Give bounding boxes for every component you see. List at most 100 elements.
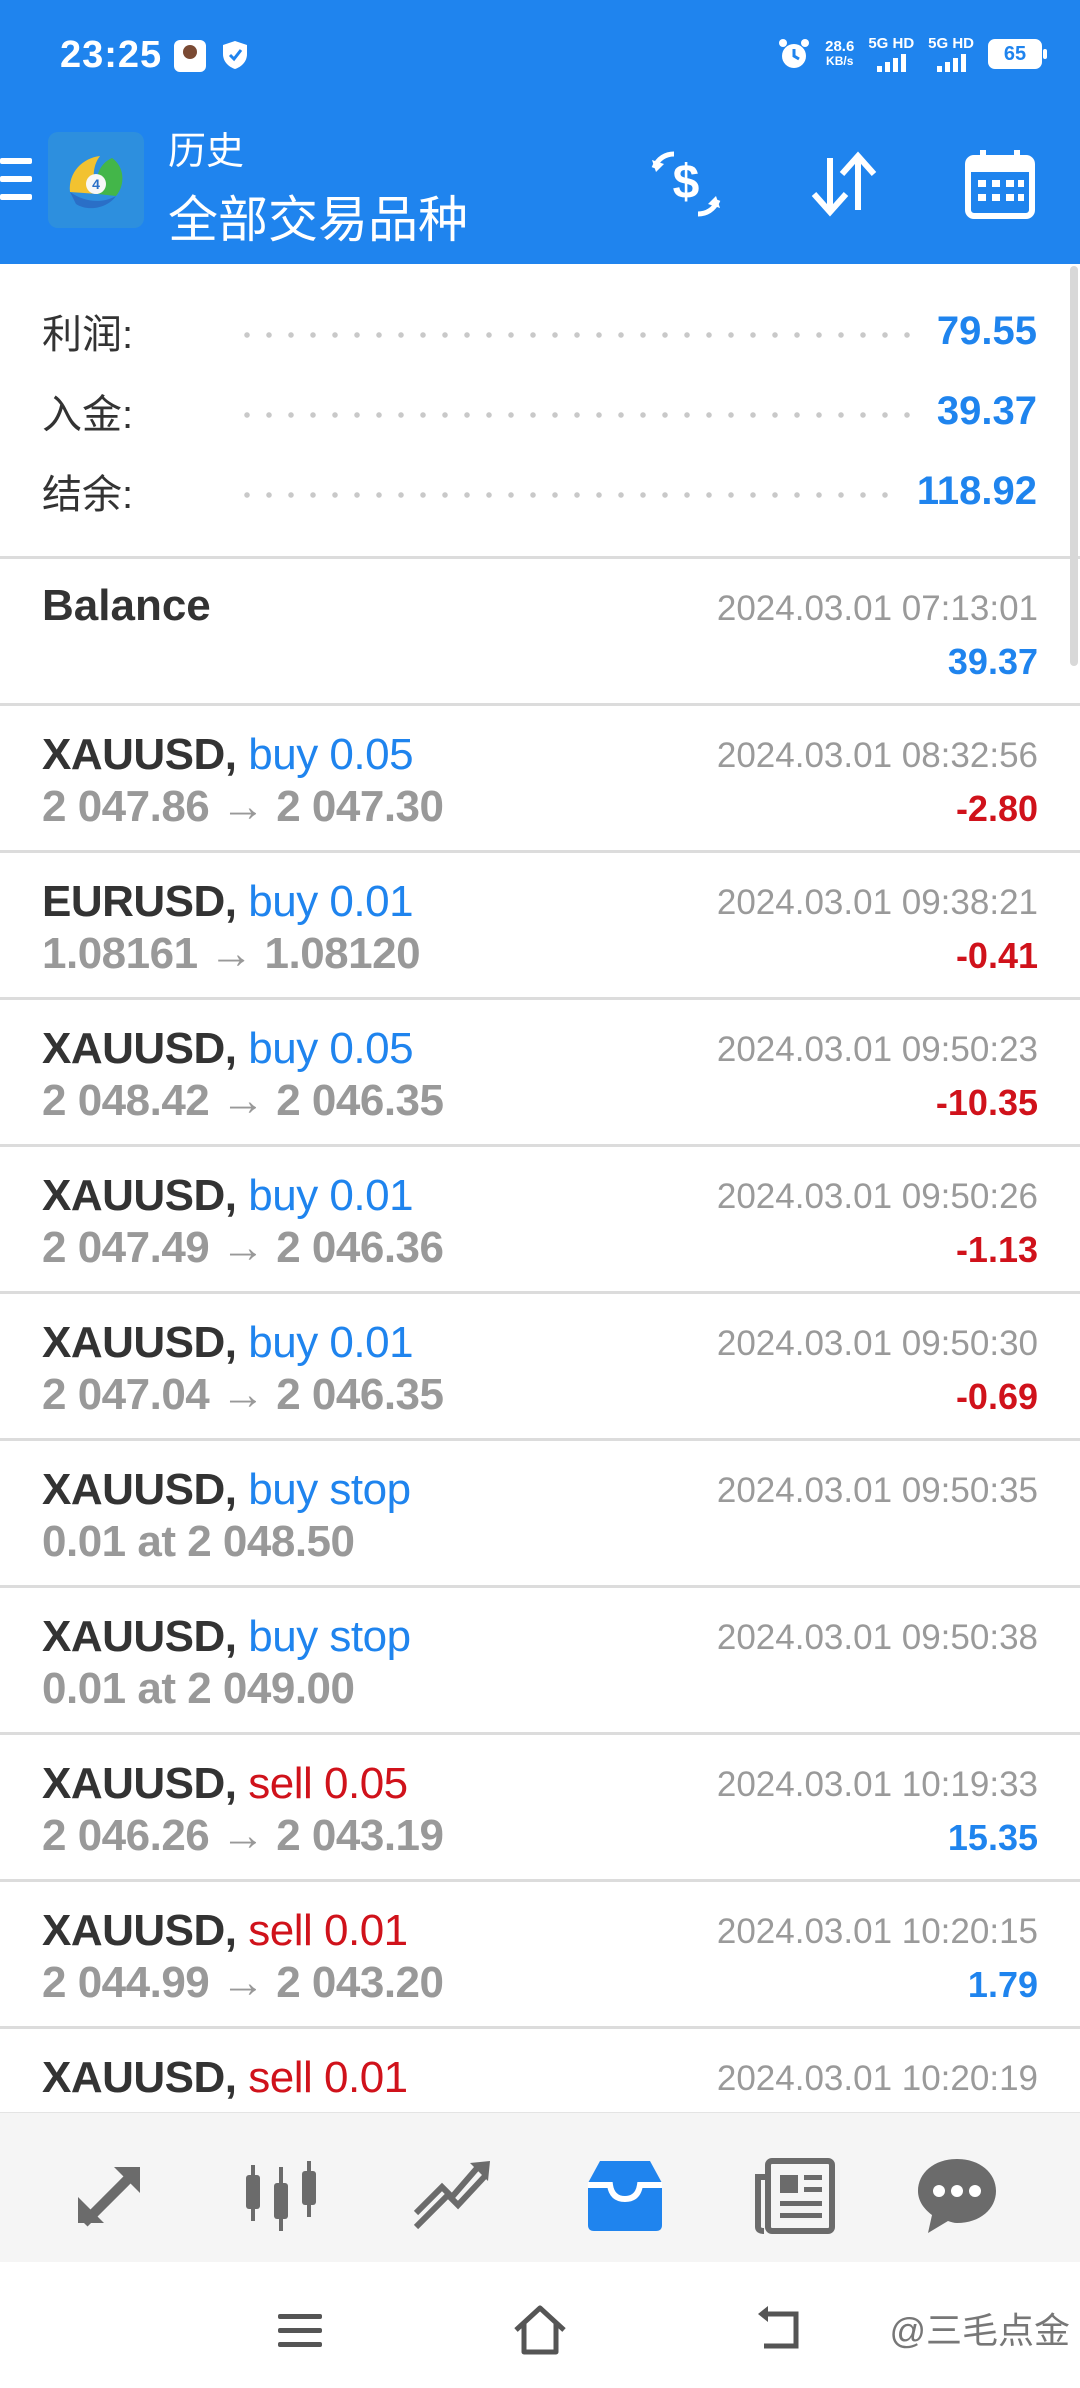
deal-time: 2024.03.01 09:50:38 xyxy=(716,1618,1038,1657)
deal-profit: -10.35 xyxy=(935,1082,1038,1123)
deal-action: buy 0.01 xyxy=(248,877,414,926)
deal-profit: 15.35 xyxy=(947,1817,1038,1858)
deal-symbol-name: XAUUSD, xyxy=(42,1759,237,1808)
deal-time: 2024.03.01 09:50:23 xyxy=(716,1030,1038,1069)
alarm-icon xyxy=(779,39,810,68)
svg-text:4: 4 xyxy=(92,176,100,192)
deal-row[interactable]: XAUUSD, sell 0.05 2 046.26 → 2 043.19 2024… xyxy=(0,1735,1080,1882)
deal-profit: 1.79 xyxy=(967,1964,1038,2005)
deal-profit: -0.41 xyxy=(955,935,1038,976)
watermark: @三毛点金 xyxy=(889,2310,1070,2351)
deal-profit: -0.69 xyxy=(955,1376,1038,1417)
deal-prices: 1.08161 → 1.08120 xyxy=(42,929,421,978)
signal-bars-icon xyxy=(876,54,906,72)
deal-symbol: XAUUSD, buy 0.01 xyxy=(42,1171,414,1221)
deal-row[interactable]: EURUSD, buy 0.01 1.08161 → 1.08120 2024.03… xyxy=(0,853,1080,1000)
home-icon[interactable] xyxy=(510,2300,570,2360)
deal-action: buy 0.05 xyxy=(248,1024,414,1073)
balance-entry-time: 2024.03.01 07:13:01 xyxy=(716,589,1038,628)
deal-prices: 2 044.99 → 2 043.20 xyxy=(42,1958,444,2007)
chart-nav-icon[interactable] xyxy=(236,2153,326,2237)
history-summary: 利润: 79.55 入金: 39.37 结余: 118.92 xyxy=(0,264,1080,559)
balance-label: 结余: xyxy=(42,473,134,517)
app-header: 4 历史 全部交易品种 $ xyxy=(0,118,1080,264)
deal-action: buy 0.05 xyxy=(248,730,414,779)
deal-time: 2024.03.01 10:20:15 xyxy=(716,1912,1038,1951)
deposit-value: 39.37 xyxy=(936,388,1037,433)
deal-time: 2024.03.01 09:50:30 xyxy=(716,1324,1038,1363)
sort-icon[interactable] xyxy=(806,146,882,222)
dotted-leader xyxy=(236,412,923,418)
news-nav-icon[interactable] xyxy=(752,2153,842,2237)
system-nav-bar: @三毛点金 xyxy=(0,2262,1080,2388)
deal-row[interactable]: XAUUSD, buy stop 0.01 at 2 049.00 2024.03.… xyxy=(0,1588,1080,1735)
deal-symbol: XAUUSD, sell 0.01 xyxy=(42,2053,408,2103)
deal-symbol: XAUUSD, sell 0.01 xyxy=(42,1906,408,1956)
sim2-label: 5G HD xyxy=(928,35,974,52)
deposit-filter-icon[interactable]: $ xyxy=(648,146,724,222)
status-bar: 23:25 28.6 KB/s 5G HD 5G HD 65 xyxy=(0,0,1080,118)
deal-symbol-name: XAUUSD, xyxy=(42,1024,237,1073)
history-nav-icon[interactable] xyxy=(580,2153,670,2237)
app-logo: 4 xyxy=(48,132,144,228)
deal-symbol-name: XAUUSD, xyxy=(42,1171,237,1220)
deal-row[interactable]: XAUUSD, buy 0.05 2 047.86 → 2 047.30 2024.… xyxy=(0,706,1080,853)
deal-action: sell 0.01 xyxy=(248,2053,408,2102)
status-time: 23:25 xyxy=(60,34,163,76)
symbol-filter[interactable]: 全部交易品种 xyxy=(168,180,468,252)
sim2-signal: 5G HD xyxy=(928,36,974,72)
deal-row[interactable]: XAUUSD, buy stop 0.01 at 2 048.50 2024.03.… xyxy=(0,1441,1080,1588)
network-speed-value: 28.6 xyxy=(825,38,855,55)
deal-action: buy stop xyxy=(248,1465,411,1514)
deal-action: buy 0.01 xyxy=(248,1171,414,1220)
deal-time: 2024.03.01 09:38:21 xyxy=(716,883,1038,922)
deal-symbol-name: XAUUSD, xyxy=(42,1906,237,1955)
deal-row[interactable]: XAUUSD, sell 0.01 2 044.99 → 2 043.20 2024… xyxy=(0,1882,1080,2029)
deal-symbol: XAUUSD, buy 0.05 xyxy=(42,1024,414,1074)
deal-symbol-name: XAUUSD, xyxy=(42,2053,237,2102)
chat-nav-icon[interactable] xyxy=(912,2153,1002,2237)
deal-symbol-name: XAUUSD, xyxy=(42,1612,237,1661)
deal-action: sell 0.05 xyxy=(248,1759,408,1808)
deal-row[interactable]: XAUUSD, buy 0.01 2 047.49 → 2 046.36 2024.… xyxy=(0,1147,1080,1294)
profit-value: 79.55 xyxy=(936,308,1037,353)
deal-action: buy stop xyxy=(248,1612,411,1661)
profit-label: 利润: xyxy=(42,313,134,357)
profit-row: 利润: 79.55 xyxy=(42,296,1037,366)
balance-value: 118.92 xyxy=(916,468,1037,513)
deal-prices: 2 048.42 → 2 046.35 xyxy=(42,1076,444,1125)
deal-row[interactable]: XAUUSD, buy 0.01 2 047.04 → 2 046.35 2024.… xyxy=(0,1294,1080,1441)
shield-icon xyxy=(223,41,247,69)
balance-entry[interactable]: Balance 2024.03.01 07:13:01 39.37 xyxy=(0,559,1080,706)
deal-action: buy 0.01 xyxy=(248,1318,414,1367)
deal-symbol: XAUUSD, sell 0.05 xyxy=(42,1759,408,1809)
deal-time: 2024.03.01 08:32:56 xyxy=(716,736,1038,775)
deal-time: 2024.03.01 10:20:19 xyxy=(716,2059,1038,2098)
deal-time: 2024.03.01 09:50:26 xyxy=(716,1177,1038,1216)
deal-time: 2024.03.01 09:50:35 xyxy=(716,1471,1038,1510)
deal-profit: -1.13 xyxy=(955,1229,1038,1270)
bottom-nav xyxy=(0,2112,1080,2263)
back-icon[interactable] xyxy=(750,2300,810,2360)
deposit-label: 入金: xyxy=(42,393,134,437)
deal-symbol-name: XAUUSD, xyxy=(42,730,237,779)
battery-indicator: 65 xyxy=(988,39,1047,69)
calendar-icon[interactable] xyxy=(962,146,1038,222)
deal-symbol-name: XAUUSD, xyxy=(42,1465,237,1514)
deal-prices: 0.01 at 2 049.00 xyxy=(42,1664,355,1713)
network-speed: 28.6 KB/s xyxy=(825,39,854,69)
status-indicators: 28.6 KB/s 5G HD 5G HD 65 xyxy=(777,35,1047,72)
deal-prices: 2 047.49 → 2 046.36 xyxy=(42,1223,444,1272)
trade-nav-icon[interactable] xyxy=(406,2153,496,2237)
deal-row[interactable]: XAUUSD, buy 0.05 2 048.42 → 2 046.35 2024.… xyxy=(0,1000,1080,1147)
recent-apps-icon[interactable] xyxy=(270,2300,330,2360)
deal-prices: 2 046.26 → 2 043.19 xyxy=(42,1811,444,1860)
deal-action: sell 0.01 xyxy=(248,1906,408,1955)
quotes-nav-icon[interactable] xyxy=(64,2153,154,2237)
menu-icon[interactable] xyxy=(0,158,32,218)
deal-symbol: XAUUSD, buy stop xyxy=(42,1612,411,1662)
sim1-label: 5G HD xyxy=(868,35,915,52)
deal-symbol: XAUUSD, buy 0.01 xyxy=(42,1318,414,1368)
deal-symbol-name: EURUSD, xyxy=(42,877,237,926)
page-title: 历史 xyxy=(168,131,245,173)
